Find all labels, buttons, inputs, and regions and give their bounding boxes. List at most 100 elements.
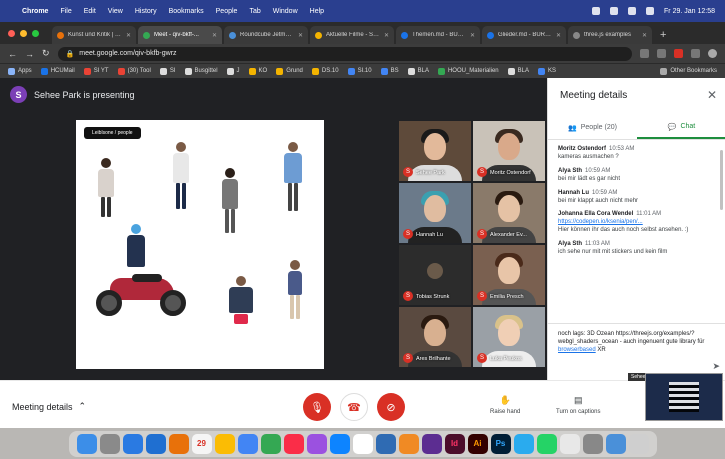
captions-button[interactable]: ▤ Turn on captions xyxy=(556,395,600,415)
menu-app-name[interactable]: Chrome xyxy=(22,8,48,15)
keynote-icon[interactable] xyxy=(237,433,258,454)
picture-in-picture-preview[interactable] xyxy=(645,373,723,421)
preview-icon[interactable] xyxy=(582,433,603,454)
calendar-icon[interactable]: 29 xyxy=(191,433,212,454)
chat-link[interactable]: https://codepen.io/ksenia/pen/... xyxy=(558,219,720,225)
telegram-icon[interactable] xyxy=(513,433,534,454)
profile-avatar[interactable] xyxy=(708,49,717,58)
menu-edit[interactable]: Edit xyxy=(84,8,96,15)
launchpad-icon[interactable] xyxy=(99,433,120,454)
trash-icon[interactable] xyxy=(628,433,649,454)
extension-icon[interactable] xyxy=(674,49,683,58)
status-battery-icon[interactable] xyxy=(628,7,637,15)
browser-tab[interactable]: Glieder.md - BURN... ✕ xyxy=(482,26,566,44)
app-store-icon[interactable] xyxy=(329,433,350,454)
finder-icon[interactable] xyxy=(76,433,97,454)
bookmark-item[interactable]: J xyxy=(226,67,240,75)
extension-icon[interactable] xyxy=(657,49,666,58)
browser-tab[interactable]: Roundcube Jetmail... ✕ xyxy=(224,26,308,44)
tab-close-icon[interactable]: ✕ xyxy=(126,32,131,39)
menu-bookmarks[interactable]: Bookmarks xyxy=(169,8,204,15)
tab-close-icon[interactable]: ✕ xyxy=(212,32,217,39)
compose-link[interactable]: browserbased xyxy=(558,347,596,353)
meeting-details-button[interactable]: Meeting details ⌃ xyxy=(12,401,86,412)
other-bookmarks[interactable]: Other Bookmarks xyxy=(660,67,717,75)
bookmark-item[interactable]: BLA xyxy=(507,67,529,75)
chat-compose-field[interactable]: noch lags: 3D Ozean https://threejs.org/… xyxy=(548,323,725,380)
close-icon[interactable]: ✕ xyxy=(707,88,717,102)
bookmark-item[interactable]: HCUMail xyxy=(40,67,75,75)
bookmark-item[interactable]: KS xyxy=(537,67,556,75)
bookmark-item[interactable]: BLA xyxy=(407,67,429,75)
podcasts-icon[interactable] xyxy=(306,433,327,454)
safari-icon[interactable] xyxy=(145,433,166,454)
browser-tab[interactable]: Kunst und Kritik | 1... ✕ xyxy=(52,26,136,44)
microphone-off-button[interactable]: 🎙 xyxy=(303,393,331,421)
downloads-folder-icon[interactable] xyxy=(605,433,626,454)
menubar-clock[interactable]: Fr 29. Jan 12:58 xyxy=(664,8,715,15)
indesign-icon[interactable]: Id xyxy=(444,433,465,454)
menu-window[interactable]: Window xyxy=(273,8,298,15)
bookmark-item[interactable]: Grund xyxy=(276,67,303,75)
back-arrow-icon[interactable]: ← xyxy=(8,49,17,59)
menu-file[interactable]: File xyxy=(60,8,71,15)
illustrator-icon[interactable]: Ai xyxy=(467,433,488,454)
menu-help[interactable]: Help xyxy=(310,8,324,15)
photoshop-icon[interactable]: Ps xyxy=(490,433,511,454)
participant-tile[interactable]: S Moritz Ostendorf xyxy=(472,120,546,182)
forward-arrow-icon[interactable]: → xyxy=(25,49,34,59)
bookmark-item[interactable]: Apps xyxy=(8,67,32,75)
browser-tab[interactable]: three.js examples ✕ xyxy=(568,26,652,44)
participant-tile[interactable]: S Alexander Ev... xyxy=(472,182,546,244)
camera-off-button[interactable]: ⊘ xyxy=(377,393,405,421)
new-tab-button[interactable]: + xyxy=(654,29,672,44)
extension-icon[interactable] xyxy=(691,49,700,58)
participant-tile[interactable]: S Luka Peukos xyxy=(472,306,546,368)
photos-icon[interactable] xyxy=(168,433,189,454)
browser-tab[interactable]: Themen.md - BURN... ✕ xyxy=(396,26,480,44)
whatsapp-icon[interactable] xyxy=(536,433,557,454)
bookmark-item[interactable]: HOOU_Materialien xyxy=(437,67,499,75)
music-icon[interactable] xyxy=(283,433,304,454)
bookmark-item[interactable]: BS xyxy=(380,67,399,75)
tab-close-icon[interactable]: ✕ xyxy=(642,32,647,39)
minimize-window-icon[interactable] xyxy=(20,30,27,37)
sourcetree-icon[interactable] xyxy=(398,433,419,454)
reload-icon[interactable]: ↻ xyxy=(42,48,50,59)
eclipse-icon[interactable] xyxy=(421,433,442,454)
bookmark-item[interactable]: DS.10 xyxy=(311,67,339,75)
chrome-icon[interactable] xyxy=(352,433,373,454)
menu-tab[interactable]: Tab xyxy=(249,8,260,15)
status-wifi-icon[interactable] xyxy=(610,7,619,15)
extension-icon[interactable] xyxy=(640,49,649,58)
bookmark-item[interactable]: SI xyxy=(159,67,176,75)
menu-view[interactable]: View xyxy=(108,8,123,15)
mail-icon[interactable] xyxy=(122,433,143,454)
tab-chat[interactable]: 💬 Chat xyxy=(637,116,725,139)
notes-icon[interactable] xyxy=(214,433,235,454)
chat-scrollbar[interactable] xyxy=(720,150,723,210)
participant-tile[interactable]: S Sehee Park xyxy=(398,120,472,182)
bookmark-item[interactable]: KO xyxy=(248,67,267,75)
leave-call-button[interactable]: ☎ xyxy=(340,393,368,421)
tab-close-icon[interactable]: ✕ xyxy=(470,32,475,39)
raise-hand-button[interactable]: ✋ Raise hand xyxy=(490,395,520,415)
browser-tab-active[interactable]: Meet - qiv-bkff-... ✕ xyxy=(138,26,222,44)
participant-tile[interactable]: S Tobias Strunk xyxy=(398,244,472,306)
address-bar[interactable]: 🔒 meet.google.com/qiv-bkfb-gwrz xyxy=(57,46,632,61)
bookmark-item[interactable]: SI YT xyxy=(83,67,109,75)
tab-close-icon[interactable]: ✕ xyxy=(298,32,303,39)
participant-tile[interactable]: S Hannah Lu xyxy=(398,182,472,244)
send-icon[interactable]: ➤ xyxy=(712,361,720,372)
browser-tab[interactable]: Aktuelle Filme - Sor... ✕ xyxy=(310,26,394,44)
status-app-icon[interactable] xyxy=(592,7,601,15)
numbers-icon[interactable] xyxy=(260,433,281,454)
close-window-icon[interactable] xyxy=(8,30,15,37)
bookmark-item[interactable]: (30) Tool xyxy=(117,67,151,75)
participant-tile[interactable]: S Emilia Presch xyxy=(472,244,546,306)
menu-history[interactable]: History xyxy=(135,8,157,15)
participant-tile[interactable]: S Ares Brilhante xyxy=(398,306,472,368)
vscode-icon[interactable] xyxy=(375,433,396,454)
activity-monitor-icon[interactable] xyxy=(559,433,580,454)
tab-people[interactable]: 👥 People (20) xyxy=(548,116,637,139)
